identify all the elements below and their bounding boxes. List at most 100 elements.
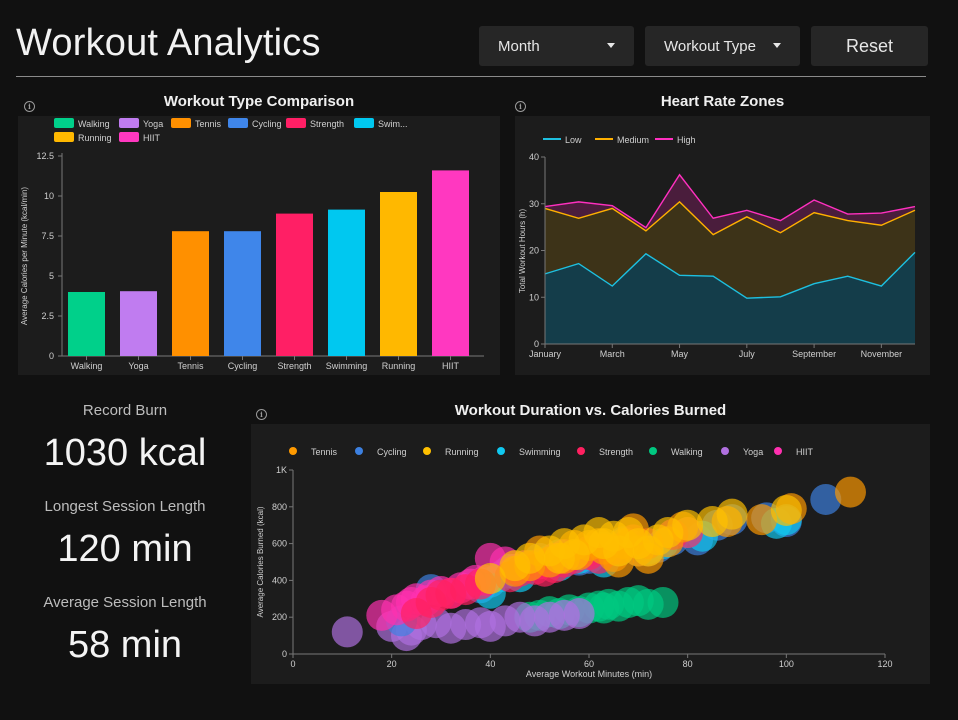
- longest-session-value: 120 min: [57, 528, 193, 570]
- y-tick-label: 0: [534, 339, 539, 349]
- point-running: [770, 494, 802, 526]
- x-tick-label: Yoga: [128, 361, 148, 371]
- point-tennis: [834, 476, 866, 508]
- legend-swatch: [497, 447, 505, 455]
- y-tick-label: 2.5: [41, 311, 54, 321]
- legend-label: Yoga: [143, 119, 163, 129]
- y-tick-label: 0: [49, 351, 54, 361]
- reset-button[interactable]: Reset: [811, 26, 928, 66]
- y-tick-label: 600: [272, 539, 287, 549]
- legend-label: HIIT: [143, 133, 161, 143]
- legend-label: Tennis: [195, 119, 222, 129]
- legend-label: Cycling: [377, 447, 407, 457]
- legend-label: Low: [565, 135, 582, 145]
- x-tick-label: 120: [877, 659, 892, 669]
- legend-swatch: [228, 118, 248, 128]
- y-tick-label: 30: [529, 199, 539, 209]
- x-tick-label: January: [529, 349, 562, 359]
- header-divider: [16, 76, 926, 77]
- page-title: Workout Analytics: [16, 22, 321, 64]
- legend-swatch: [54, 132, 74, 142]
- month-dropdown-label: Month: [498, 37, 540, 55]
- legend-label: High: [677, 135, 696, 145]
- legend-label: Medium: [617, 135, 649, 145]
- x-tick-label: Cycling: [228, 361, 258, 371]
- record-burn-value: 1030 kcal: [43, 432, 207, 474]
- y-axis-label: Average Calories per Minute (kcal/min): [20, 187, 29, 325]
- legend-label: Running: [78, 133, 112, 143]
- bar: [276, 213, 313, 356]
- average-session-value: 58 min: [67, 624, 183, 666]
- legend-label: Swim...: [378, 119, 408, 129]
- legend-label: Walking: [671, 447, 703, 457]
- legend-label: Strength: [599, 447, 633, 457]
- record-burn-label: Record Burn: [82, 402, 168, 419]
- y-axis-label: Average Calories Burned (kcal): [256, 506, 265, 617]
- legend-swatch: [119, 132, 139, 142]
- x-tick-label: September: [792, 349, 836, 359]
- y-tick-label: 10: [44, 191, 54, 201]
- legend-label: HIIT: [796, 447, 814, 457]
- legend-label: Swimming: [519, 447, 561, 457]
- y-tick-label: 1K: [276, 465, 287, 475]
- y-axis-label: Total Workout Hours (h): [518, 209, 527, 294]
- x-tick-label: Running: [382, 361, 416, 371]
- scatter-chart-title: Workout Duration vs. Calories Burned: [454, 402, 727, 419]
- area-chart-panel: Low Medium High 0 10 20 30 40 Total Workout Hour…: [515, 116, 930, 375]
- bar: [328, 209, 365, 356]
- y-tick-label: 12.5: [36, 151, 54, 161]
- legend-swatch: [54, 118, 74, 128]
- legend-label: Walking: [78, 119, 110, 129]
- x-tick-label: 20: [387, 659, 397, 669]
- bar: [120, 291, 157, 356]
- legend-swatch: [423, 447, 431, 455]
- y-tick-label: 40: [529, 152, 539, 162]
- chevron-down-icon: [773, 43, 781, 48]
- legend-label: Tennis: [311, 447, 338, 457]
- legend-swatch: [171, 118, 191, 128]
- y-tick-label: 10: [529, 292, 539, 302]
- legend-label: Strength: [310, 119, 344, 129]
- x-tick-label: May: [671, 349, 689, 359]
- x-tick-label: Strength: [277, 361, 311, 371]
- chevron-down-icon: [607, 43, 615, 48]
- point-yoga: [563, 598, 595, 630]
- legend-swatch: [721, 447, 729, 455]
- bar-chart-panel: Walking Yoga Tennis Cycling Strength Swim... R…: [18, 116, 500, 375]
- workout-type-dropdown-label: Workout Type: [664, 37, 756, 55]
- x-tick-label: November: [861, 349, 903, 359]
- x-tick-label: March: [600, 349, 625, 359]
- y-tick-label: 800: [272, 502, 287, 512]
- bar: [380, 192, 417, 356]
- legend-swatch: [649, 447, 657, 455]
- legend-label: Yoga: [743, 447, 763, 457]
- y-tick-label: 200: [272, 612, 287, 622]
- point-walking: [647, 586, 679, 618]
- legend-label: Cycling: [252, 119, 282, 129]
- x-tick-label: HIIT: [442, 361, 460, 371]
- x-tick-label: July: [739, 349, 756, 359]
- x-tick-label: Tennis: [177, 361, 204, 371]
- scatter-chart-panel: Tennis Cycling Running Swimming Strength Walk…: [251, 424, 930, 684]
- area-chart: Low Medium High 0 10 20 30 40 Total Workout Hour…: [518, 135, 916, 359]
- legend-swatch: [577, 447, 585, 455]
- y-tick-label: 0: [282, 649, 287, 659]
- longest-session-label: Longest Session Length: [44, 498, 206, 515]
- y-tick-label: 20: [529, 246, 539, 256]
- y-tick-label: 5: [49, 271, 54, 281]
- x-axis-label: Average Workout Minutes (min): [526, 669, 652, 679]
- x-tick-label: 0: [290, 659, 295, 669]
- y-tick-label: 7.5: [41, 231, 54, 241]
- bar-chart: Walking Yoga Tennis Cycling Strength Swim... R…: [20, 118, 484, 371]
- x-tick-label: 40: [485, 659, 495, 669]
- x-tick-label: 100: [779, 659, 794, 669]
- bar: [172, 231, 209, 356]
- x-tick-label: Swimming: [326, 361, 368, 371]
- legend-swatch: [119, 118, 139, 128]
- workout-type-dropdown[interactable]: Workout Type: [645, 26, 800, 66]
- bar: [224, 231, 261, 356]
- month-dropdown[interactable]: Month: [479, 26, 634, 66]
- area-chart-title: Heart Rate Zones: [660, 93, 785, 110]
- legend-swatch: [355, 447, 363, 455]
- bar: [68, 292, 105, 356]
